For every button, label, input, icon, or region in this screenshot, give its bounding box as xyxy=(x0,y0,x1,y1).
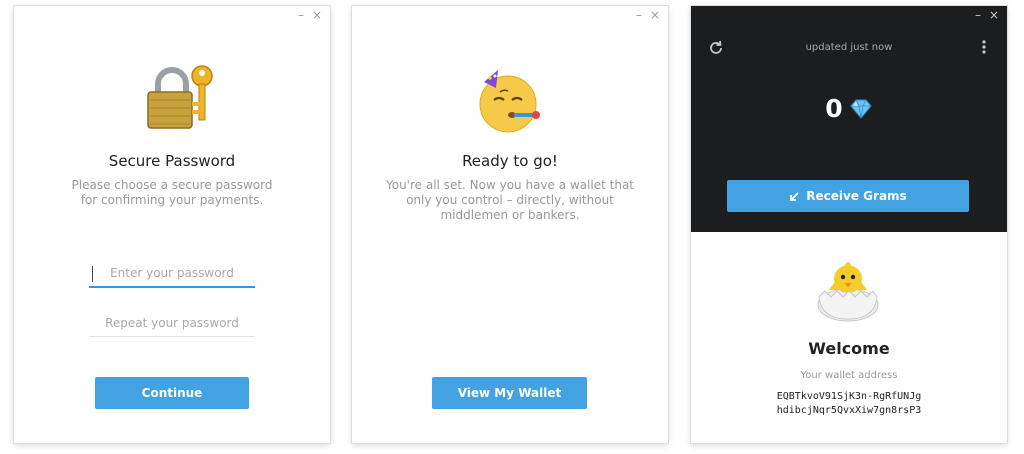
diamond-icon xyxy=(850,99,872,119)
subtitle-line: middlemen or bankers. xyxy=(440,208,580,222)
continue-button[interactable]: Continue xyxy=(95,377,249,409)
subtitle-line: Please choose a secure password xyxy=(71,178,273,192)
party-face-icon xyxy=(479,70,540,133)
titlebar: – × xyxy=(691,6,1007,24)
subtitle-line: for confirming your payments. xyxy=(80,193,264,207)
receive-grams-button[interactable]: Receive Grams xyxy=(727,180,969,212)
titlebar: – × xyxy=(352,6,668,24)
wallet-address: EQBTkvoV91SjK3n-RgRfUNJg hdibcjNqr5QvxXi… xyxy=(691,390,1007,418)
address-line: hdibcjNqr5QvxXiw7gn8rsP3 xyxy=(776,405,922,416)
wallet-window: – × updated just now 0 Receive Grams Wel… xyxy=(691,6,1007,443)
address-line: EQBTkvoV91SjK3n-RgRfUNJg xyxy=(776,391,922,402)
balance: 0 xyxy=(691,94,1007,123)
receive-grams-label: Receive Grams xyxy=(806,189,907,203)
ready-window: – × Ready to go! You're all set. Now you… xyxy=(352,6,668,443)
close-button[interactable]: × xyxy=(650,8,660,22)
minimize-button[interactable]: – xyxy=(636,8,642,22)
lock-and-key-icon xyxy=(147,65,213,129)
arrow-down-left-icon xyxy=(790,191,799,201)
welcome-title: Welcome xyxy=(808,339,890,358)
secure-password-window: – × Secure Password Please choose a secu… xyxy=(14,6,330,443)
minimize-button[interactable]: – xyxy=(975,8,981,22)
subtitle-line: You're all set. Now you have a wallet th… xyxy=(386,178,634,192)
update-status: updated just now xyxy=(805,42,893,53)
close-button[interactable]: × xyxy=(312,8,322,22)
minimize-button[interactable]: – xyxy=(298,8,304,22)
page-title: Ready to go! xyxy=(462,152,558,170)
page-title: Secure Password xyxy=(108,152,236,170)
balance-value: 0 xyxy=(825,94,843,123)
text-caret xyxy=(92,266,93,282)
repeat-password-input[interactable] xyxy=(89,309,255,337)
address-label: Your wallet address xyxy=(800,370,898,381)
view-wallet-button[interactable]: View My Wallet xyxy=(432,377,587,409)
close-button[interactable]: × xyxy=(989,8,999,22)
more-options-icon[interactable] xyxy=(981,39,987,55)
password-input[interactable] xyxy=(89,260,255,288)
subtitle: Please choose a secure password for conf… xyxy=(14,178,330,208)
titlebar: – × xyxy=(14,6,330,24)
hatching-chick-icon xyxy=(817,262,879,322)
subtitle-line: only you control – directly, without xyxy=(406,193,614,207)
subtitle: You're all set. Now you have a wallet th… xyxy=(352,178,668,223)
